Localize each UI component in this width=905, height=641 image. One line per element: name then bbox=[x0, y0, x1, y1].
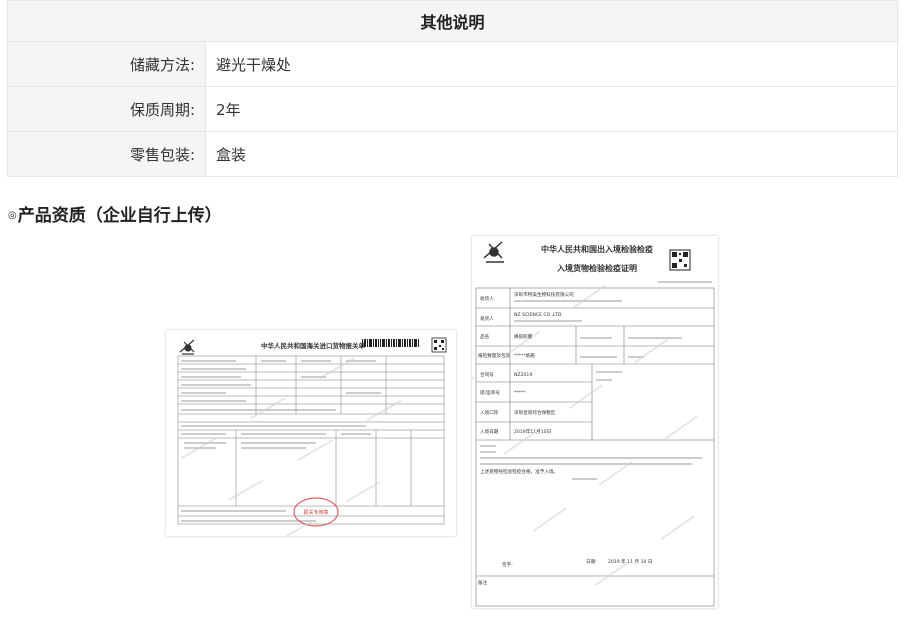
field-value: *****纸箱 bbox=[514, 352, 535, 359]
customs-stamp-text: 报关专用章 bbox=[303, 509, 328, 516]
field-label: 提/运单号 bbox=[480, 389, 500, 396]
qualification-title-text: 产品资质（企业自行上传） bbox=[17, 206, 222, 226]
field-value: 深圳市特美生物科技有限公司 bbox=[514, 291, 574, 298]
spec-value: 盒装 bbox=[205, 131, 898, 177]
spec-label: 保质周期: bbox=[7, 86, 206, 132]
spec-row-packaging: 零售包装: 盒装 bbox=[7, 131, 898, 177]
field-value: ***** bbox=[514, 390, 526, 396]
field-label: 报检数量及包装 bbox=[478, 352, 511, 359]
spec-label: 零售包装: bbox=[7, 131, 206, 177]
circle-mark-icon: ◎ bbox=[8, 210, 17, 221]
date-label: 日期: bbox=[586, 559, 597, 565]
inspection-title-line1: 中华人民共和国出入境检验检疫 bbox=[541, 244, 653, 254]
field-label: 发货人 bbox=[480, 315, 494, 322]
field-label: 合同号 bbox=[480, 371, 494, 378]
date-value: 2019 年 11 月 10 日 bbox=[608, 558, 652, 565]
field-label: 收货人 bbox=[480, 295, 494, 302]
inspection-title-line2: 入境货物检验检疫证明 bbox=[556, 263, 637, 273]
spec-header-title: 其他说明 bbox=[7, 0, 898, 42]
qr-code-icon bbox=[431, 337, 447, 353]
spec-row-storage: 储藏方法: 避光干燥处 bbox=[7, 41, 898, 87]
field-value: NZ2019 bbox=[514, 372, 532, 378]
spec-table: 其他说明 储藏方法: 避光干燥处 保质周期: 2年 零售包装: 盒装 bbox=[7, 0, 898, 177]
spec-value: 2年 bbox=[205, 86, 898, 132]
qualification-title: ◎产品资质（企业自行上传） bbox=[8, 201, 222, 226]
customs-declaration-image[interactable]: 中华人民共和国海关进口货物报关单 报关专用章 bbox=[166, 330, 456, 536]
inspection-certificate-drawing: 中华人民共和国出入境检验检疫 入境货物检验检疫证明 收货人 深圳市特美生物科技有… bbox=[472, 236, 718, 608]
customs-declaration-drawing: 中华人民共和国海关进口货物报关单 报关专用章 bbox=[166, 330, 456, 536]
customs-title: 中华人民共和国海关进口货物报关单 bbox=[261, 341, 366, 350]
inspection-summary: 上述货物经检验检疫合格，准予入境。 bbox=[480, 468, 558, 475]
remark-label: 备注 bbox=[478, 579, 488, 586]
field-value: 深圳皇岗综合保税区 bbox=[514, 409, 556, 416]
field-value: NZ SCIENCE CO.,LTD. bbox=[514, 312, 563, 318]
spec-row-shelf-life: 保质周期: 2年 bbox=[7, 86, 898, 132]
spec-label: 储藏方法: bbox=[7, 41, 206, 87]
field-label: 入境日期 bbox=[480, 428, 499, 435]
sign-label: 签字: bbox=[502, 561, 513, 568]
spec-value: 避光干燥处 bbox=[205, 41, 898, 87]
spec-table-header: 其他说明 bbox=[7, 0, 898, 42]
qr-code-icon bbox=[669, 249, 691, 271]
inspection-certificate-image[interactable]: 中华人民共和国出入境检验检疫 入境货物检验检疫证明 收货人 深圳市特美生物科技有… bbox=[472, 236, 718, 608]
field-label: 品名 bbox=[480, 333, 489, 340]
field-label: 入境口岸 bbox=[480, 409, 499, 416]
